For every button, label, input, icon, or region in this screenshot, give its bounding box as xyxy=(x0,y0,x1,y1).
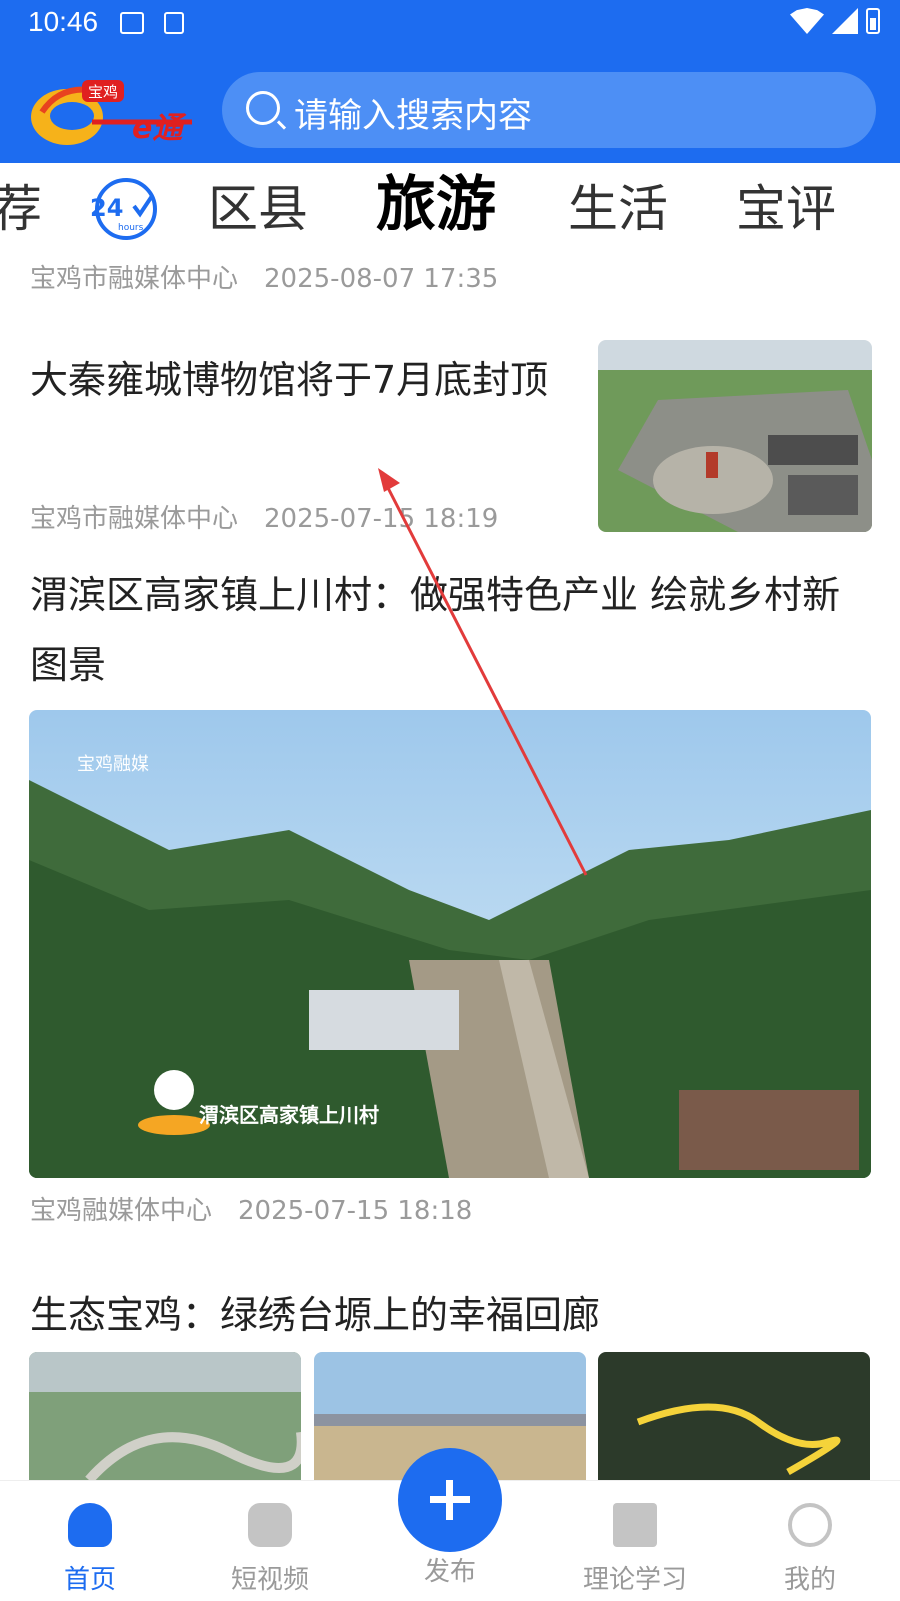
annotation-arrow xyxy=(378,468,588,876)
video-icon xyxy=(248,1503,292,1547)
nav-publish-label: 发布 xyxy=(423,1557,476,1587)
nav-mine[interactable]: 我的 xyxy=(750,1481,870,1601)
nav-mine-label: 我的 xyxy=(783,1565,836,1595)
nav-theory-study-label: 理论学习 xyxy=(582,1565,687,1595)
nav-home[interactable]: 首页 xyxy=(30,1481,150,1601)
book-icon xyxy=(613,1503,657,1547)
nav-short-video[interactable]: 短视频 xyxy=(210,1481,330,1601)
home-icon xyxy=(68,1503,112,1547)
nav-theory-study[interactable]: 理论学习 xyxy=(570,1481,700,1601)
nav-short-video-label: 短视频 xyxy=(230,1565,309,1595)
nav-home-label: 首页 xyxy=(63,1565,116,1595)
publish-plus-button[interactable] xyxy=(398,1448,502,1552)
user-icon xyxy=(788,1503,832,1547)
